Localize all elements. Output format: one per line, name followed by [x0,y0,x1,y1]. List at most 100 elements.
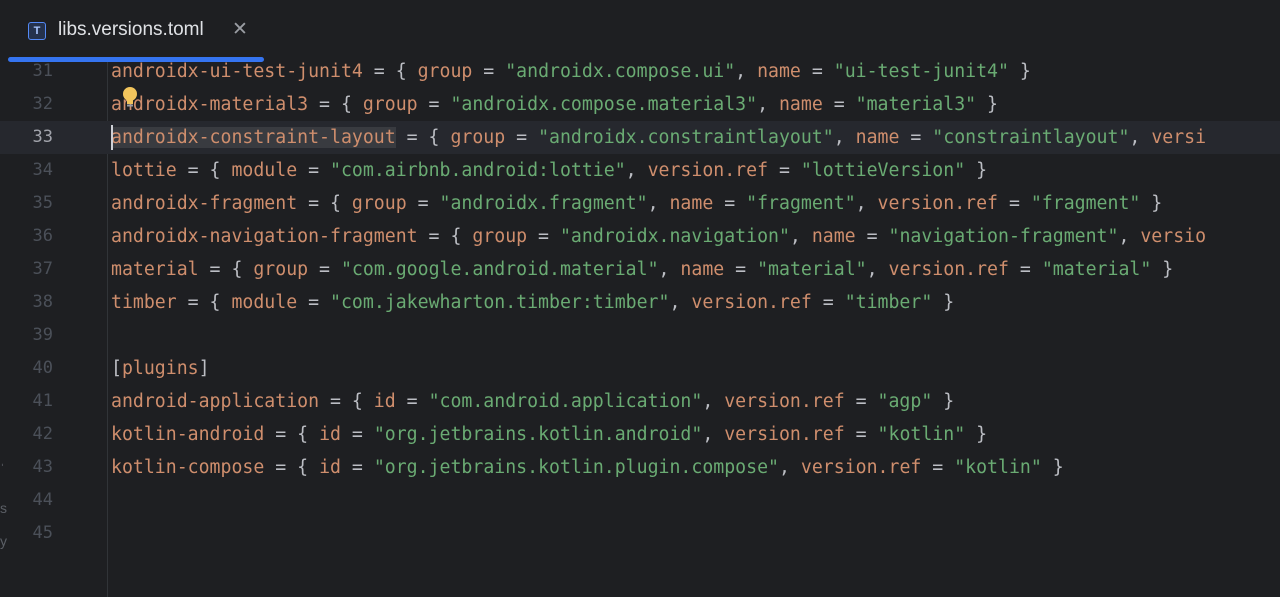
key-token: version.ref [888,259,1009,280]
key-token: name [669,193,714,214]
key-token: material [111,259,199,280]
line-number: 37 [32,259,53,279]
line-number: 44 [32,490,53,510]
string-token: "androidx.constraintlayout" [538,127,834,148]
punctuation-token: = [340,457,374,478]
line-number: 36 [32,226,53,246]
toml-file-icon: T [28,22,46,40]
punctuation-token: = [297,292,331,313]
punctuation-token: , [833,127,856,148]
key-token: androidx-ui-test-junit4 [111,61,363,82]
punctuation-token: = [505,127,539,148]
punctuation-token: = { [395,127,451,148]
string-token: "androidx.compose.material3" [450,94,758,115]
punctuation-token: = { [297,193,352,214]
line-number: 38 [32,292,53,312]
line-number: 31 [32,61,53,81]
punctuation-token: = [855,226,889,247]
punctuation-token: , [855,193,878,214]
code-text: timber = { module = "com.jakewharton.tim… [111,286,954,319]
code-line[interactable]: 36 androidx-navigation-fragment = { group… [0,220,1280,253]
code-text: kotlin-compose = { id = "org.jetbrains.k… [111,451,1064,484]
code-line[interactable]: 44 [0,484,1280,517]
code-line[interactable]: 42 kotlin-android = { id = "org.jetbrains… [0,418,1280,451]
editor-tab-bar: T libs.versions.toml ✕ [0,0,1280,62]
key-token: version.ref [800,457,922,478]
punctuation-token: = [713,193,747,214]
string-token: "agp" [877,391,933,412]
key-token: group [450,127,506,148]
key-token: group [351,193,407,214]
code-line[interactable]: 37 material = { group = "com.google.andro… [0,253,1280,286]
code-line[interactable]: 33 androidx-constraint-layout = { group =… [0,121,1280,154]
code-line[interactable]: 34 lottie = { module = "com.airbnb.androi… [0,154,1280,187]
key-token: androidx-fragment [111,193,298,214]
punctuation-token: = [297,160,331,181]
code-line[interactable]: 39 [0,319,1280,352]
key-token: name [855,127,900,148]
tab-title: libs.versions.toml [58,19,204,40]
code-text: lottie = { module = "com.airbnb.android:… [111,154,987,187]
code-line[interactable]: 31 androidx-ui-test-junit4 = { group = "a… [0,55,1280,88]
code-line[interactable]: 38 timber = { module = "com.jakewharton.t… [0,286,1280,319]
panel-edge-mark: s [0,500,7,516]
key-token: version.ref [877,193,998,214]
line-number: 41 [32,391,53,411]
string-token: "org.jetbrains.kotlin.plugin.compose" [373,457,779,478]
key-token: group [417,61,473,82]
code-editor[interactable]: 31 androidx-ui-test-junit4 = { group = "a… [0,61,1280,597]
key-token: group [253,259,309,280]
punctuation-token: = [998,193,1031,214]
code-line[interactable]: 41 android-application = { id = "com.andr… [0,385,1280,418]
key-token: plugins [121,358,199,379]
string-token: "com.android.application" [428,391,703,412]
punctuation-token: , [735,61,758,82]
code-text: androidx-material3 = { group = "androidx… [111,88,998,121]
lightbulb-icon[interactable] [122,86,138,108]
code-line[interactable]: 45 [0,517,1280,550]
string-token: "lottieVersion" [800,160,966,181]
key-token: lottie [111,160,177,181]
line-number: 39 [32,325,53,345]
code-line[interactable]: 35 androidx-fragment = { group = "android… [0,187,1280,220]
punctuation-token: [ [111,358,122,379]
punctuation-token: , [702,424,725,445]
code-text: material = { group = "com.google.android… [111,253,1173,286]
string-token: "com.google.android.material" [340,259,659,280]
string-token: "constraintlayout" [932,127,1130,148]
key-token: kotlin-android [111,424,265,445]
tab-libs-versions-toml[interactable]: T libs.versions.toml ✕ [8,0,264,62]
punctuation-token: , [1129,127,1152,148]
punctuation-token: = [921,457,955,478]
code-text: [plugins] [111,352,210,385]
punctuation-token: , [658,259,681,280]
punctuation-token: } [1008,61,1031,82]
string-token: "kotlin" [877,424,966,445]
code-line[interactable]: 32 androidx-material3 = { group = "androi… [0,88,1280,121]
punctuation-token: } [965,160,988,181]
punctuation-token: = [406,193,440,214]
punctuation-token: , [789,226,812,247]
close-icon[interactable]: ✕ [232,17,248,41]
code-line[interactable]: 40 [plugins] [0,352,1280,385]
key-token: androidx-material3 [111,94,309,115]
punctuation-token: = { [176,160,232,181]
punctuation-token: ] [198,358,210,379]
key-token: version.ref [647,160,769,181]
punctuation-token: } [965,424,988,445]
line-number: 40 [32,358,53,378]
punctuation-token: = [811,292,845,313]
line-number: 33 [32,127,53,147]
punctuation-token: } [1041,457,1064,478]
key-token: name [778,94,823,115]
punctuation-token: , [702,391,725,412]
key-token: id [319,424,341,445]
punctuation-token: = [768,160,801,181]
punctuation-token: = [417,94,451,115]
key-token: name [757,61,801,82]
code-text: androidx-ui-test-junit4 = { group = "and… [111,55,1031,88]
code-line[interactable]: 43 kotlin-compose = { id = "org.jetbrains… [0,451,1280,484]
key-token: name [811,226,856,247]
string-token: "material" [757,259,867,280]
key-token: androidx-navigation-fragment [111,226,418,247]
